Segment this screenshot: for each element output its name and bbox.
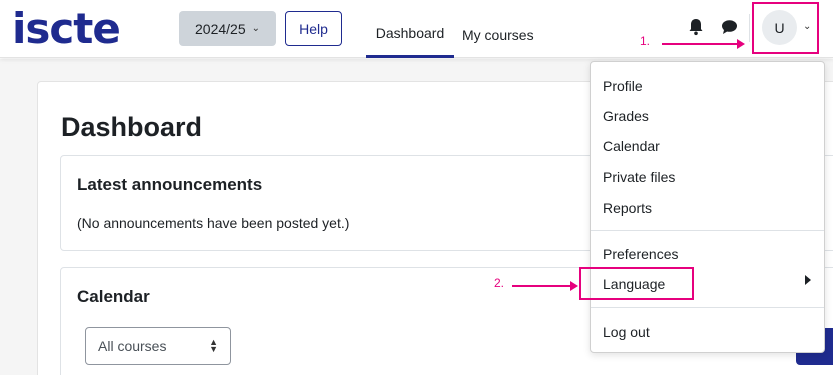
navbar-divider [749,14,750,42]
page-title: Dashboard [61,112,203,142]
top-navbar: iscte 2024/25 ⌄ Help Dashboard My course… [0,0,833,58]
nav-my-courses[interactable]: My courses [462,11,534,58]
nav-dashboard[interactable]: Dashboard [366,11,454,58]
announcements-empty-text: (No announcements have been posted yet.) [77,215,350,231]
menu-divider [591,230,824,231]
iscte-logo[interactable]: iscte [12,8,121,50]
help-button[interactable]: Help [285,11,342,46]
menu-item-reports[interactable]: Reports [603,200,652,216]
announcements-title: Latest announcements [77,175,263,194]
user-menu-toggle[interactable]: U ⌄ [752,2,819,54]
academic-year-dropdown[interactable]: 2024/25 ⌄ [179,11,276,46]
academic-year-label: 2024/25 [195,20,246,37]
user-dropdown-menu: Profile Grades Calendar Private files Re… [590,61,825,353]
menu-item-calendar[interactable]: Calendar [603,138,660,154]
courses-select[interactable]: All courses ▲ ▼ [85,327,231,365]
step-1-label: 1. [640,34,651,48]
menu-divider [591,307,824,308]
chat-icon[interactable] [721,19,738,35]
bell-icon[interactable] [688,18,704,36]
sort-arrows-icon: ▲ ▼ [209,337,218,354]
chevron-down-icon: ⌄ [803,21,812,32]
step-1-arrow-icon [662,39,745,49]
courses-select-value: All courses [98,338,167,354]
step-2-arrow-icon [512,281,578,291]
menu-item-profile[interactable]: Profile [603,78,643,94]
menu-item-preferences[interactable]: Preferences [603,246,678,262]
step-2-label: 2. [494,276,505,290]
avatar[interactable]: U [762,10,797,45]
menu-item-grades[interactable]: Grades [603,108,649,124]
language-highlight-box [579,267,694,300]
menu-item-logout[interactable]: Log out [603,324,650,340]
chevron-right-icon [805,275,811,285]
calendar-title: Calendar [77,287,150,306]
chevron-down-icon: ⌄ [251,23,260,34]
menu-item-private-files[interactable]: Private files [603,169,675,185]
